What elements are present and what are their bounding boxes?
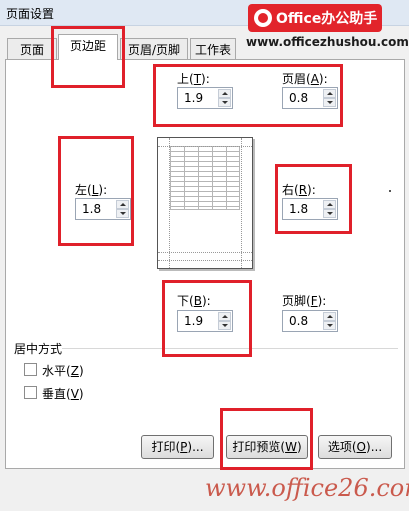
centering-title: 居中方式 bbox=[14, 342, 63, 356]
dialog-title: 页面设置 bbox=[6, 7, 55, 21]
spin-up-icon[interactable] bbox=[116, 200, 129, 209]
center-vertical-label: 垂直(V) bbox=[42, 387, 84, 401]
tab-margins[interactable]: 页边距 bbox=[58, 34, 118, 60]
preview-guide bbox=[241, 138, 242, 268]
spin-up-icon[interactable] bbox=[323, 200, 336, 209]
tab-label: 页眉/页脚 bbox=[127, 43, 181, 57]
brand-name: Office办公助手 bbox=[276, 11, 378, 27]
left-margin-label: 左(L): bbox=[75, 183, 108, 197]
spin-down-icon[interactable] bbox=[218, 321, 231, 330]
preview-guide bbox=[158, 146, 252, 147]
bottom-margin-spinner[interactable]: 1.9 bbox=[177, 310, 233, 332]
tab-page[interactable]: 页面 bbox=[7, 38, 57, 59]
header-margin-spinner[interactable]: 0.8 bbox=[282, 87, 338, 109]
spin-up-icon[interactable] bbox=[218, 89, 231, 98]
right-margin-label: 右(R): bbox=[282, 183, 316, 197]
spin-down-icon[interactable] bbox=[323, 98, 336, 107]
footer-margin-value: 0.8 bbox=[289, 314, 309, 328]
preview-guide bbox=[169, 138, 170, 268]
preview-cells bbox=[170, 146, 240, 210]
spin-up-icon[interactable] bbox=[218, 312, 231, 321]
center-horizontal-label: 水平(Z) bbox=[42, 364, 84, 378]
center-vertical-checkbox[interactable] bbox=[24, 386, 37, 399]
tab-header-footer[interactable]: 页眉/页脚 bbox=[120, 38, 188, 59]
section-divider bbox=[62, 348, 398, 349]
top-margin-spinner[interactable]: 1.9 bbox=[177, 87, 233, 109]
brand-logo-icon bbox=[254, 9, 272, 27]
page-preview bbox=[157, 137, 253, 269]
print-button[interactable]: 打印(P)... bbox=[141, 435, 214, 459]
spin-up-icon[interactable] bbox=[323, 312, 336, 321]
brand-badge: Office办公助手 bbox=[248, 4, 382, 32]
right-margin-spinner[interactable]: 1.8 bbox=[282, 198, 338, 220]
spin-up-icon[interactable] bbox=[323, 89, 336, 98]
print-preview-button[interactable]: 打印预览(W) bbox=[226, 435, 308, 459]
options-button[interactable]: 选项(O)... bbox=[318, 435, 392, 459]
left-margin-spinner[interactable]: 1.8 bbox=[75, 198, 131, 220]
left-margin-value: 1.8 bbox=[82, 202, 102, 216]
spin-down-icon[interactable] bbox=[323, 209, 336, 218]
tab-label: 页面 bbox=[19, 43, 44, 57]
top-margin-label: 上(T): bbox=[177, 72, 210, 86]
brand-url: www.officezhushou.com bbox=[246, 35, 409, 49]
footer-margin-spinner[interactable]: 0.8 bbox=[282, 310, 338, 332]
preview-guide bbox=[158, 252, 252, 253]
bottom-margin-value: 1.9 bbox=[184, 314, 204, 328]
top-margin-value: 1.9 bbox=[184, 91, 204, 105]
header-margin-value: 0.8 bbox=[289, 91, 309, 105]
tab-sheet[interactable]: 工作表 bbox=[190, 38, 236, 59]
stray-dot bbox=[389, 190, 391, 192]
bottom-margin-label: 下(B): bbox=[177, 294, 211, 308]
spin-down-icon[interactable] bbox=[116, 209, 129, 218]
right-margin-value: 1.8 bbox=[289, 202, 309, 216]
tab-label: 页边距 bbox=[69, 39, 106, 53]
tab-label: 工作表 bbox=[194, 43, 231, 57]
center-horizontal-checkbox[interactable] bbox=[24, 363, 37, 376]
watermark-url: www.office26.com bbox=[205, 474, 409, 502]
preview-guide bbox=[158, 260, 252, 261]
spin-down-icon[interactable] bbox=[323, 321, 336, 330]
footer-margin-label: 页脚(F): bbox=[282, 294, 327, 308]
header-margin-label: 页眉(A): bbox=[282, 72, 328, 86]
spin-down-icon[interactable] bbox=[218, 98, 231, 107]
